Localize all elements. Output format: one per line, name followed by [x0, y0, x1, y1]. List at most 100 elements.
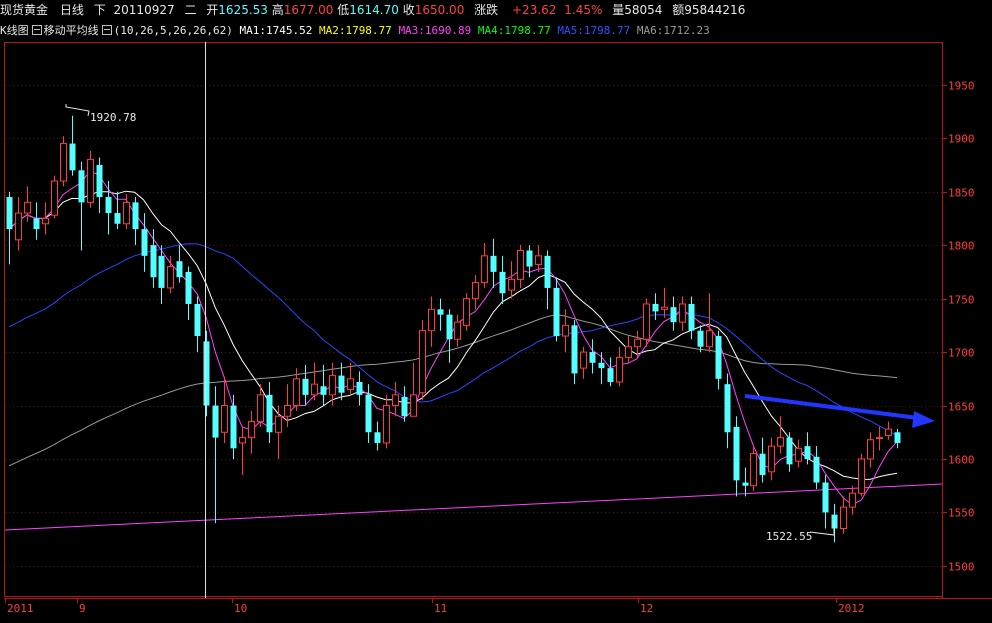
grid-lines — [5, 85, 947, 567]
candle-up — [248, 421, 255, 439]
x-tick-label: 2012 — [838, 602, 865, 615]
candle-up — [275, 415, 282, 433]
candle-up — [463, 298, 470, 326]
candle-down — [786, 437, 793, 465]
low-annotation-label: 1522.55 — [766, 530, 812, 543]
candle-down — [320, 386, 327, 395]
y-tick-label: 1750 — [948, 294, 975, 307]
y-tick-label: 1700 — [948, 347, 975, 360]
y-tick-label: 1600 — [948, 454, 975, 467]
high-annotation-leader — [65, 104, 90, 117]
x-tick-label: 9 — [79, 602, 86, 615]
candle-down — [6, 197, 13, 230]
x-tick-label: 10 — [234, 602, 247, 615]
candle-down — [670, 307, 677, 323]
candle-up — [347, 378, 354, 390]
candle-up — [410, 394, 417, 417]
candle-down — [78, 170, 85, 203]
candle-down — [132, 202, 139, 230]
candle-down — [401, 396, 408, 417]
candle-down — [598, 362, 605, 369]
candlestick-chart[interactable]: 1500 1550 1600 1650 1700 1750 1800 1850 1900 1950… — [0, 0, 992, 623]
candle-down — [652, 303, 659, 312]
candle-down — [338, 375, 345, 393]
candle-up — [239, 437, 246, 444]
y-tick-label: 1800 — [948, 240, 975, 253]
candle-up — [867, 439, 874, 460]
candle-up — [472, 282, 479, 300]
candle-up — [311, 383, 318, 396]
x-tick-label: 2011 — [7, 602, 34, 615]
candle-down — [176, 261, 183, 278]
candle-up — [777, 437, 784, 447]
candle-down — [69, 143, 76, 171]
candle-up — [580, 351, 587, 369]
y-tick-label: 1650 — [948, 401, 975, 414]
plot-frame — [4, 42, 943, 597]
candle-down — [356, 382, 363, 395]
ma6-line — [8, 313, 898, 467]
candle-up — [535, 255, 542, 265]
candle-up — [634, 338, 641, 348]
y-tick-label: 1500 — [948, 561, 975, 574]
x-tick-label: 11 — [434, 602, 447, 615]
y-tick-label: 1900 — [948, 133, 975, 146]
candle-up — [750, 453, 757, 487]
candle-up — [221, 405, 228, 433]
candle-up — [625, 346, 632, 358]
candle-up — [293, 378, 300, 407]
candle-up — [517, 250, 524, 280]
x-axis-labels: 2011 9 10 11 12 2012 — [5, 598, 865, 615]
candle-up — [428, 308, 435, 332]
candle-up — [840, 506, 847, 530]
candle-down — [194, 303, 201, 337]
candle-down — [490, 255, 497, 272]
candle-down — [571, 325, 578, 374]
y-tick-label: 1950 — [948, 80, 975, 93]
candle-up — [87, 159, 94, 203]
trend-arrow — [744, 394, 935, 428]
candle-up — [419, 330, 426, 394]
high-annotation-label: 1920.78 — [90, 111, 136, 124]
candle-up — [167, 266, 174, 289]
candle-up — [42, 217, 49, 225]
candle-up — [284, 405, 291, 417]
candle-up — [643, 303, 650, 340]
y-axis-labels: 1500 1550 1600 1650 1700 1750 1800 1850 1900 1950 — [948, 80, 975, 574]
candle-up — [706, 330, 713, 348]
candle-up — [508, 278, 515, 291]
candle-down — [499, 271, 506, 294]
candle-down — [374, 432, 381, 443]
candle-up — [616, 356, 623, 383]
candle-down — [733, 426, 740, 481]
candle-down — [759, 453, 766, 476]
candle-down — [607, 368, 614, 383]
candle-down — [589, 352, 596, 363]
candle-down — [266, 394, 273, 433]
y-tick-label: 1550 — [948, 507, 975, 520]
candle-up — [885, 428, 892, 436]
candle-down — [544, 255, 551, 288]
candle-up — [454, 321, 461, 340]
candle-down — [203, 341, 210, 406]
candle-down — [688, 303, 695, 331]
candle-up — [481, 255, 488, 284]
candle-down — [365, 394, 372, 433]
candle-down — [526, 250, 533, 267]
candle-down — [302, 378, 309, 395]
candle-up — [768, 445, 775, 473]
candle-up — [392, 394, 399, 407]
candle-up — [383, 405, 390, 444]
candle-up — [795, 447, 802, 462]
candle-down — [446, 314, 453, 340]
candle-down — [553, 287, 560, 337]
candle-up — [329, 375, 336, 396]
candle-down — [185, 271, 192, 304]
candle-up — [24, 201, 31, 214]
candle-down — [437, 309, 444, 315]
candle-up — [15, 212, 22, 241]
candle-down — [697, 330, 704, 347]
low-annotation: 1522.55 — [766, 520, 835, 543]
candle-down — [822, 482, 829, 513]
trend-arrow-head — [912, 411, 935, 428]
